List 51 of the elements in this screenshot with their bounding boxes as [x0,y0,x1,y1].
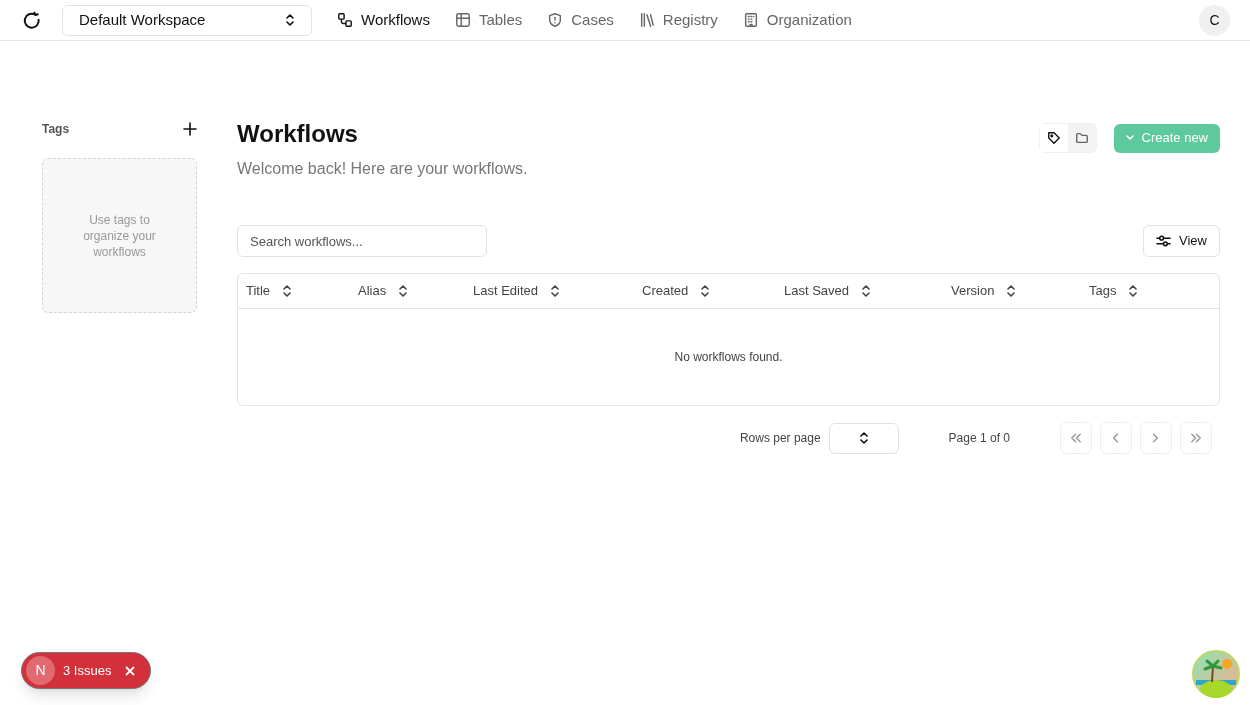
issues-letter: N [26,656,55,685]
sort-icon[interactable] [398,285,409,297]
rows-per-page-label: Rows per page [739,430,821,447]
sort-icon[interactable] [282,285,293,297]
workspace-select[interactable]: Default Workspace [62,4,312,36]
column-header[interactable]: Alias [358,281,473,301]
nav-tab[interactable]: Registry [638,8,718,32]
cases-icon [547,12,564,28]
empty-table-message: No workflows found. [674,349,783,366]
column-header[interactable]: Created [642,281,784,301]
sort-icon[interactable] [550,285,561,297]
island-avatar-icon[interactable] [1192,650,1240,698]
column-header[interactable]: Version [951,281,1089,301]
sort-icon[interactable] [1128,285,1139,297]
organization-icon [742,12,759,28]
nav-tab[interactable]: Workflows [337,8,430,32]
logo-icon[interactable] [22,10,42,30]
empty-tags-text: Use tags to organize your workflows [82,211,157,260]
nav-tab[interactable]: Organization [742,8,852,32]
column-header[interactable]: Last Saved [784,281,951,301]
workflows-icon [337,12,353,28]
double-chevron-right-icon [1189,431,1203,445]
user-avatar[interactable]: C [1199,4,1230,36]
view-button[interactable]: View [1143,225,1220,257]
add-icon[interactable] [183,122,197,136]
nav-tab[interactable]: Tables [454,8,523,32]
registry-icon [638,12,655,28]
sliders-icon [1156,234,1172,248]
folder-view-button[interactable] [1067,124,1096,152]
chevron-down-icon [1125,135,1134,141]
issues-label: 3 Issues [63,661,112,680]
sort-icon[interactable] [700,285,711,297]
tables-icon [454,12,471,28]
column-header[interactable]: Last Edited [473,281,642,301]
double-chevron-left-icon [1069,431,1083,445]
page-indicator: Page 1 of 0 [948,430,1010,447]
folder-icon [1074,131,1089,145]
chevron-updown-icon [285,14,295,26]
nav-tab[interactable]: Cases [547,8,614,32]
sidebar-title: Tags [42,121,70,138]
page-title: Workflows [237,119,359,149]
column-header[interactable]: Tags [1089,281,1211,301]
sort-icon[interactable] [1006,285,1017,297]
page-subtitle: Welcome back! Here are your workflows. [237,159,528,179]
sort-icon[interactable] [861,285,872,297]
close-icon[interactable] [125,665,136,676]
chevron-updown-icon [858,432,869,444]
search-field[interactable]: Search workflows... [237,225,487,257]
tag-icon [1046,131,1061,145]
column-header[interactable]: Title [246,281,358,301]
issues-badge[interactable]: N 3 Issues [21,652,151,689]
